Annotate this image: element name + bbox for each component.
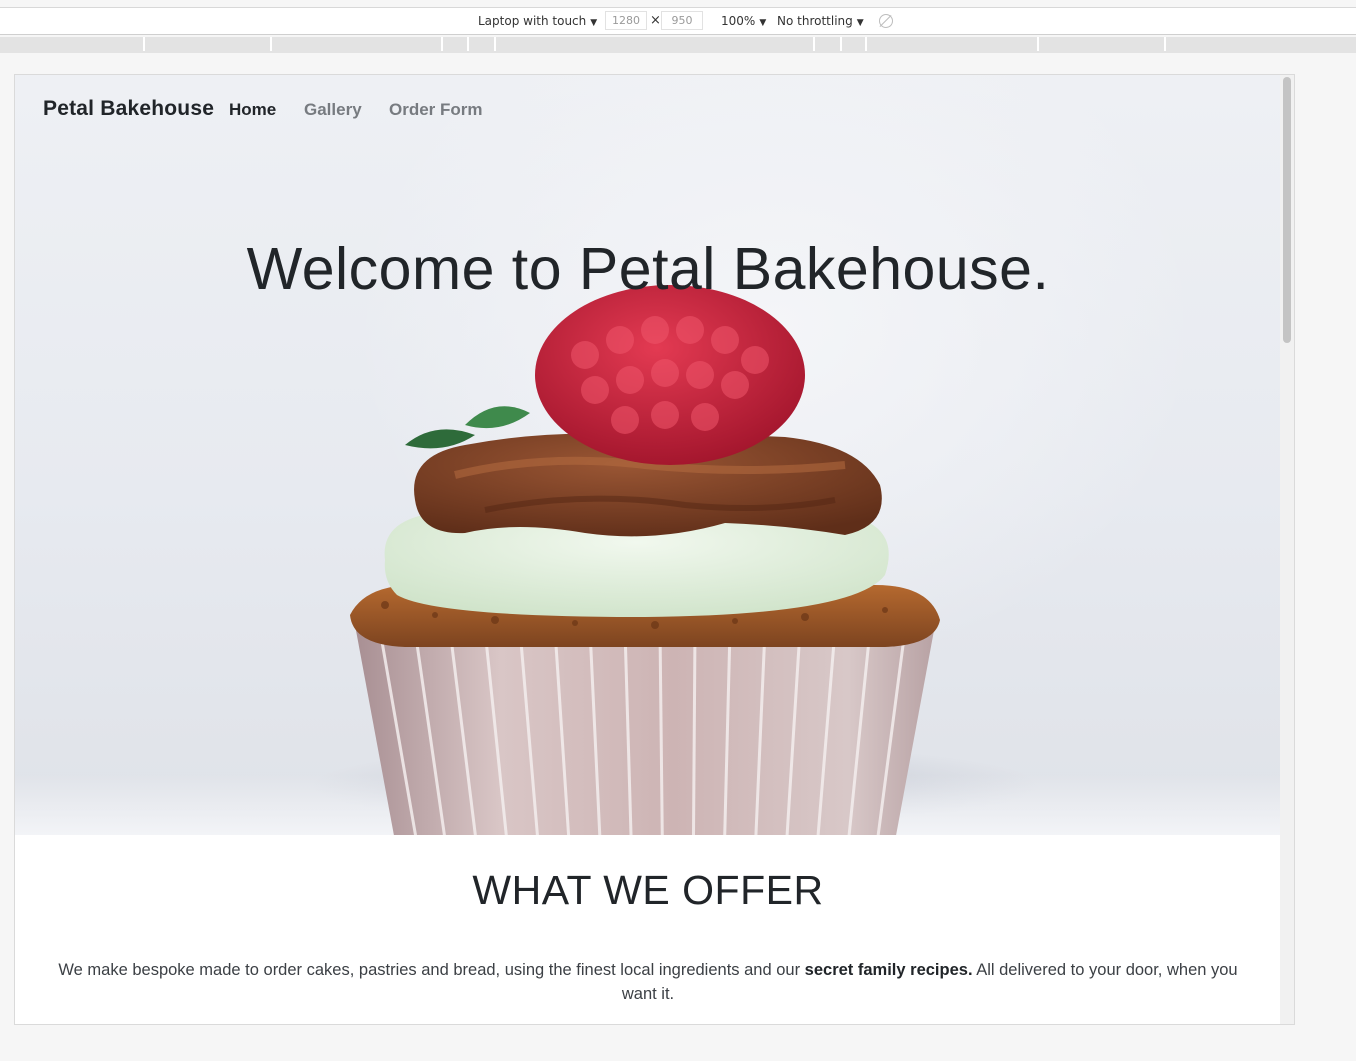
chevron-down-icon: ▼ xyxy=(759,18,767,28)
height-input[interactable]: 950 xyxy=(661,11,703,30)
media-query-marker[interactable] xyxy=(813,37,815,51)
rotate-icon[interactable] xyxy=(879,14,893,28)
dimension-separator: × xyxy=(650,13,661,28)
media-query-marker[interactable] xyxy=(143,37,145,51)
media-query-bar[interactable] xyxy=(0,37,1356,53)
offer-text-highlight: secret family recipes. xyxy=(804,961,973,979)
offer-description: We make bespoke made to order cakes, pas… xyxy=(55,958,1241,1006)
chevron-down-icon: ▼ xyxy=(590,18,598,28)
zoom-select-label: 100% xyxy=(721,14,756,28)
scrollbar-thumb[interactable] xyxy=(1283,77,1291,343)
media-query-marker[interactable] xyxy=(865,37,867,51)
media-query-marker[interactable] xyxy=(467,37,469,51)
navbar: Petal Bakehouse Home Gallery Order Form xyxy=(15,75,1281,143)
throttling-select-label: No throttling xyxy=(777,14,853,28)
nav-link-gallery[interactable]: Gallery xyxy=(304,100,362,120)
media-query-marker[interactable] xyxy=(441,37,443,51)
media-query-marker[interactable] xyxy=(270,37,272,51)
media-query-marker[interactable] xyxy=(1037,37,1039,51)
device-select[interactable]: Laptop with touch ▼ xyxy=(478,14,597,28)
throttling-select[interactable]: No throttling ▼ xyxy=(777,14,864,28)
device-toolbar: Laptop with touch ▼ 1280 × 950 100% ▼ No t… xyxy=(0,8,1356,35)
width-input[interactable]: 1280 xyxy=(605,11,647,30)
webpage: Petal Bakehouse Home Gallery Order Form … xyxy=(15,75,1281,1024)
media-query-marker[interactable] xyxy=(840,37,842,51)
device-viewport: Petal Bakehouse Home Gallery Order Form … xyxy=(14,74,1295,1025)
hero-title: Welcome to Petal Bakehouse. xyxy=(246,236,1050,302)
nav-link-home[interactable]: Home xyxy=(229,100,276,120)
hero-section: Petal Bakehouse Home Gallery Order Form … xyxy=(15,75,1281,835)
media-query-marker[interactable] xyxy=(1164,37,1166,51)
media-query-marker[interactable] xyxy=(494,37,496,51)
brand-logo[interactable]: Petal Bakehouse xyxy=(43,97,214,121)
cupcake-image xyxy=(350,285,940,835)
device-select-label: Laptop with touch xyxy=(478,14,587,28)
offer-text-intro: We make bespoke made to order cakes, pas… xyxy=(58,961,805,979)
offer-heading: WHAT WE OFFER xyxy=(472,867,824,913)
nav-link-order-form[interactable]: Order Form xyxy=(389,100,483,120)
scrollbar[interactable] xyxy=(1280,75,1294,1024)
chevron-down-icon: ▼ xyxy=(856,18,864,28)
zoom-select[interactable]: 100% ▼ xyxy=(721,14,766,28)
